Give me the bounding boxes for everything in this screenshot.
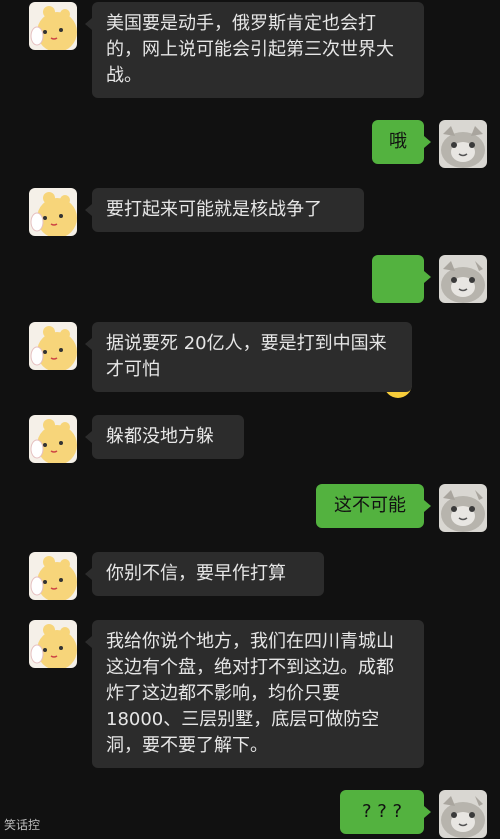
outgoing-message-bubble[interactable] [372, 255, 431, 398]
gray-cat-avatar-icon[interactable] [439, 255, 487, 303]
outgoing-message-bubble[interactable]: 哦 [372, 120, 431, 164]
incoming-message-bubble[interactable]: 我给你说个地方，我们在四川青城山这边有个盘，绝对打不到这边。成都炸了这边都不影响… [85, 620, 424, 768]
hamster-avatar-icon[interactable] [29, 322, 77, 370]
watermark-text: 笑话控 [4, 818, 41, 832]
gray-cat-avatar-icon[interactable] [439, 484, 487, 532]
outgoing-message-bubble[interactable]: ? ? ? [340, 790, 431, 834]
gray-cat-avatar-icon[interactable] [439, 120, 487, 168]
hamster-avatar-icon[interactable] [29, 415, 77, 463]
incoming-message-bubble[interactable]: 你别不信，要早作打算 [85, 552, 324, 596]
gray-cat-avatar-icon[interactable] [439, 790, 487, 838]
incoming-message-bubble[interactable]: 美国要是动手，俄罗斯肯定也会打的，网上说可能会引起第三次世界大战。 [85, 2, 424, 98]
incoming-message-bubble[interactable]: 躲都没地方躲 [85, 415, 244, 459]
hamster-avatar-icon[interactable] [29, 188, 77, 236]
hamster-avatar-icon[interactable] [29, 552, 77, 600]
hamster-avatar-icon[interactable] [29, 620, 77, 668]
outgoing-message-bubble[interactable]: 这不可能 [316, 484, 431, 528]
hamster-avatar-icon[interactable] [29, 2, 77, 50]
incoming-message-bubble[interactable]: 据说要死 20亿人，要是打到中国来才可怕 [85, 322, 412, 392]
incoming-message-bubble[interactable]: 要打起来可能就是核战争了 [85, 188, 364, 232]
